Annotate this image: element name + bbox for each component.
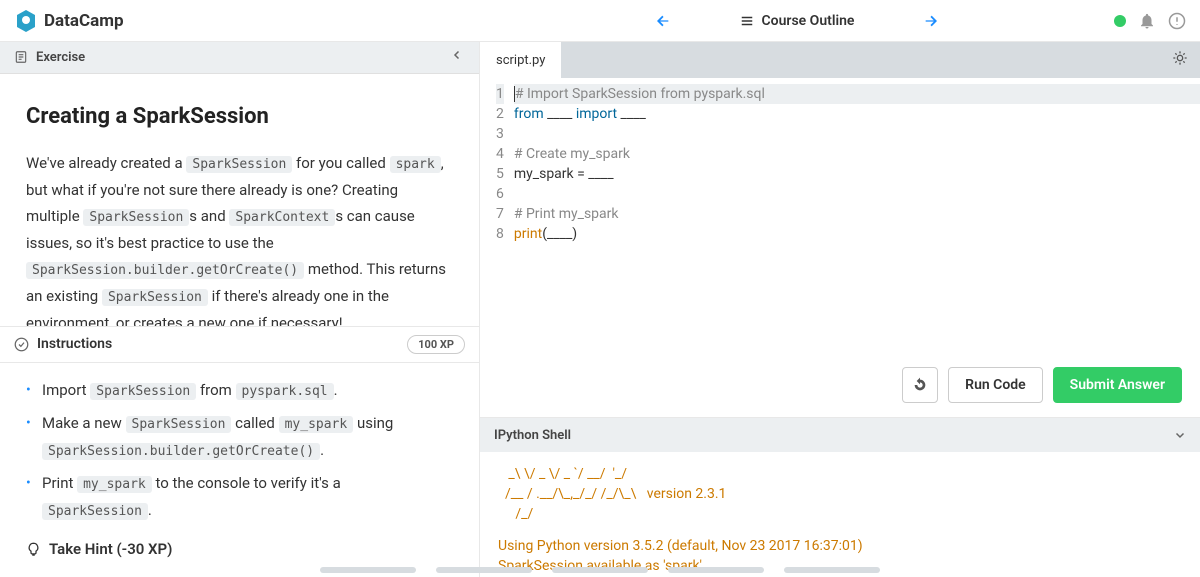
- bulb-icon: [26, 542, 41, 557]
- chevron-left-icon: [451, 49, 463, 61]
- code-area[interactable]: # Import SparkSession from pyspark.sql f…: [514, 84, 1200, 244]
- arrow-right-icon: [923, 13, 939, 29]
- hint-label: Take Hint (-30 XP): [49, 536, 172, 563]
- instruction-item: Import SparkSession from pyspark.sql.: [26, 377, 453, 404]
- progress-bar: [552, 567, 648, 573]
- next-button[interactable]: [914, 4, 948, 38]
- reset-icon: [912, 377, 928, 393]
- exercise-title: Creating a SparkSession: [26, 98, 453, 137]
- prev-button[interactable]: [646, 4, 680, 38]
- code-pill: spark: [390, 156, 441, 173]
- code-pill: SparkSession: [102, 289, 208, 306]
- progress-bar: [668, 567, 764, 573]
- menu-icon: [740, 14, 754, 28]
- brightness-button[interactable]: [1160, 50, 1200, 70]
- instructions-label: Instructions: [37, 336, 112, 352]
- code-pill: my_spark: [77, 476, 152, 493]
- xp-badge: 100 XP: [407, 335, 465, 354]
- course-outline-button[interactable]: Course Outline: [680, 7, 915, 35]
- editor-tabs: script.py: [480, 42, 1200, 78]
- action-bar: Run Code Submit Answer: [480, 357, 1200, 418]
- code-editor[interactable]: 1 2 3 4 5 6 7 8 # Import SparkSession fr…: [480, 78, 1200, 244]
- status-indicator: [1114, 15, 1126, 27]
- code-pill: pyspark.sql: [236, 383, 334, 400]
- progress-bar: [784, 567, 880, 573]
- instruction-item: Print my_spark to the console to verify …: [26, 470, 453, 524]
- code-pill: SparkSession: [126, 416, 232, 433]
- code-pill: SparkSession: [186, 156, 292, 173]
- progress-bar: [436, 567, 532, 573]
- datacamp-logo-icon: [14, 9, 38, 33]
- code-pill: SparkSession: [90, 383, 196, 400]
- exercise-header: Exercise: [0, 42, 479, 74]
- submit-answer-button[interactable]: Submit Answer: [1053, 367, 1182, 403]
- shell-header: IPython Shell: [480, 418, 1200, 452]
- chevron-down-icon[interactable]: [1174, 429, 1186, 441]
- instructions-header: Instructions 100 XP: [0, 326, 479, 363]
- code-pill: SparkContext: [229, 209, 335, 226]
- exercise-paragraph: We've already created a SparkSession for…: [26, 150, 453, 325]
- brand-name: DataCamp: [44, 11, 124, 31]
- tab-script[interactable]: script.py: [480, 42, 562, 78]
- run-code-button[interactable]: Run Code: [948, 367, 1043, 403]
- code-pill: my_spark: [279, 416, 354, 433]
- bell-icon[interactable]: [1138, 12, 1156, 30]
- arrow-left-icon: [655, 13, 671, 29]
- code-pill: SparkSession.builder.getOrCreate(): [42, 443, 320, 460]
- shell-label: IPython Shell: [494, 428, 571, 443]
- progress-bars: [0, 567, 1200, 573]
- gutter: 1 2 3 4 5 6 7 8: [480, 84, 514, 244]
- take-hint-button[interactable]: Take Hint (-30 XP): [26, 536, 453, 563]
- alert-icon[interactable]: [1168, 12, 1186, 30]
- exercise-panel: Exercise Creating a SparkSession We've a…: [0, 42, 480, 577]
- check-circle-icon: [14, 337, 29, 352]
- sun-icon: [1172, 50, 1188, 66]
- code-pill: SparkSession: [42, 503, 148, 520]
- progress-bar: [320, 567, 416, 573]
- code-pill: SparkSession.builder.getOrCreate(): [26, 262, 304, 279]
- course-outline-label: Course Outline: [762, 13, 855, 29]
- document-icon: [14, 50, 28, 64]
- reset-button[interactable]: [902, 367, 938, 403]
- shell-ascii: _\ \/ _ \/ _ `/ __/ '_/ /__ / .__/\_,_/_…: [498, 464, 1182, 524]
- instruction-item: Make a new SparkSession called my_spark …: [26, 410, 453, 464]
- brand-logo[interactable]: DataCamp: [14, 9, 480, 33]
- collapse-button[interactable]: [449, 47, 465, 67]
- exercise-label: Exercise: [36, 50, 85, 65]
- shell-body[interactable]: _\ \/ _ \/ _ `/ __/ '_/ /__ / .__/\_,_/_…: [480, 452, 1200, 577]
- code-pill: SparkSession: [83, 209, 189, 226]
